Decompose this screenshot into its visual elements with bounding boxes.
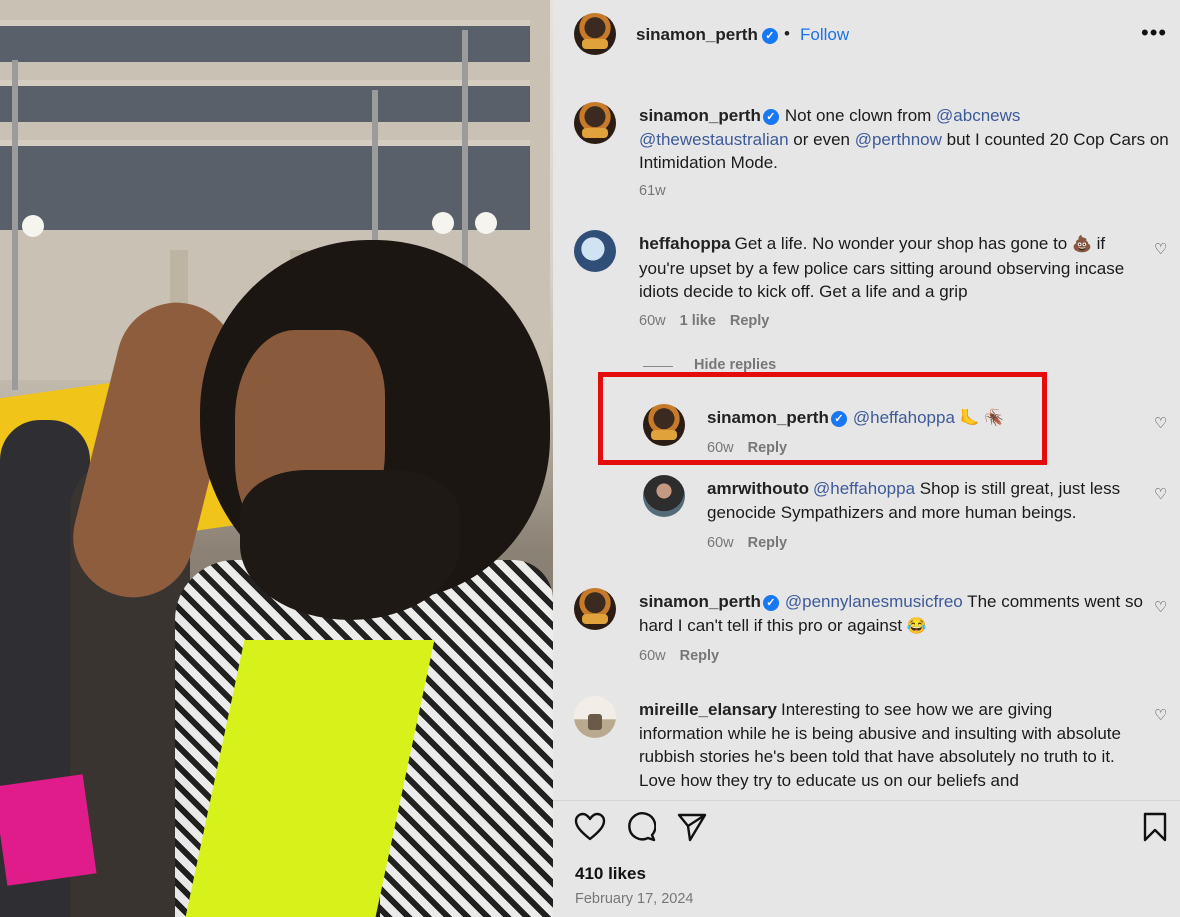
pink-folder <box>0 774 97 886</box>
comment-text: sinamon_perth ✓ @pennylanesmusicfreo The c… <box>639 590 1149 638</box>
mention-link[interactable]: @perthnow <box>855 130 942 149</box>
hide-replies-line <box>643 366 673 367</box>
verified-badge-icon: ✓ <box>762 108 779 125</box>
light-pole <box>462 30 468 270</box>
light-pole <box>12 60 18 390</box>
mention-link[interactable]: @pennylanesmusicfreo <box>785 592 963 611</box>
light-pole <box>372 90 378 260</box>
author-username-text[interactable]: sinamon_perth <box>636 25 758 44</box>
comment-text: heffahoppa Get a life. No wonder your sho… <box>639 232 1144 304</box>
actions-divider <box>553 800 1180 801</box>
verified-badge-icon: ✓ <box>762 594 779 611</box>
comment-time[interactable]: 60w <box>639 313 666 329</box>
reply-avatar[interactable] <box>643 475 685 517</box>
caption-username[interactable]: sinamon_perth <box>639 106 761 125</box>
like-heart-icon[interactable]: ♡ <box>1154 485 1167 503</box>
mention-link[interactable]: @thewestaustralian <box>639 130 789 149</box>
reply-time[interactable]: 60w <box>707 440 734 456</box>
caption-text-part: or even <box>788 129 855 149</box>
like-heart-icon[interactable]: ♡ <box>1154 706 1167 724</box>
reply-meta: 60w Reply <box>707 440 801 456</box>
like-heart-icon[interactable]: ♡ <box>1154 414 1167 432</box>
caption-text: sinamon_perth ✓ Not one clown from @abcnew… <box>639 104 1169 175</box>
laughing-emoji-icon: 😂 <box>906 617 927 635</box>
building-window-row <box>0 20 530 62</box>
mention-link[interactable]: @abcnews <box>936 106 1020 125</box>
author-avatar[interactable] <box>574 13 616 55</box>
more-options-icon[interactable]: ••• <box>1141 20 1167 46</box>
comment-time[interactable]: 60w <box>639 648 666 664</box>
follow-button[interactable]: Follow <box>800 25 849 45</box>
reply-username[interactable]: amrwithouto <box>707 479 809 498</box>
comment-username[interactable]: sinamon_perth <box>639 592 761 611</box>
like-heart-icon[interactable]: ♡ <box>1154 240 1167 258</box>
comment-bubble-icon[interactable] <box>626 812 657 847</box>
reply-text: amrwithouto @heffahoppa Shop is still gre… <box>707 477 1147 524</box>
comment-body: Get a life. No wonder your shop has gone… <box>734 234 1072 253</box>
comment-meta: 60w Reply <box>639 648 733 664</box>
comment-likes[interactable]: 1 like <box>680 313 716 329</box>
reply-time[interactable]: 60w <box>707 535 734 551</box>
building-window-row <box>0 80 530 122</box>
comment-avatar[interactable] <box>574 230 616 272</box>
post-photo[interactable] <box>0 0 553 917</box>
beard <box>240 470 460 620</box>
hide-replies-button[interactable]: Hide replies <box>694 357 776 373</box>
caption-text-part: Not one clown from <box>784 106 937 125</box>
comment-meta: 60w 1 like Reply <box>639 313 783 329</box>
foot-cockroach-emoji-icon: 🦶 🪳 <box>959 410 1004 427</box>
verified-badge-icon: ✓ <box>830 410 847 427</box>
comment-avatar[interactable] <box>574 696 616 738</box>
author-username[interactable]: sinamon_perth ✓ <box>636 25 778 45</box>
reply-button[interactable]: Reply <box>748 440 788 456</box>
reply-button[interactable]: Reply <box>730 313 770 329</box>
reply-avatar[interactable] <box>643 404 685 446</box>
like-heart-icon[interactable] <box>574 812 606 847</box>
share-send-icon[interactable] <box>677 812 707 847</box>
caption-author-avatar[interactable] <box>574 102 616 144</box>
comment-username[interactable]: heffahoppa <box>639 234 731 253</box>
reply-meta: 60w Reply <box>707 535 801 551</box>
likes-count[interactable]: 410 likes <box>575 864 646 884</box>
mention-link[interactable]: @heffahoppa <box>813 479 915 498</box>
poop-emoji-icon: 💩 <box>1071 236 1092 253</box>
comment-username[interactable]: mireille_elansary <box>639 700 777 719</box>
reply-text: sinamon_perth ✓ @heffahoppa 🦶 🪳 <box>707 406 1137 431</box>
street-lamp <box>22 215 44 237</box>
separator-dot: • <box>784 24 790 43</box>
caption-meta: 61w <box>639 183 680 199</box>
comment-text: mireille_elansary Interesting to see how … <box>639 698 1139 792</box>
post-date: February 17, 2024 <box>575 891 694 907</box>
save-bookmark-icon[interactable] <box>1142 812 1168 847</box>
verified-badge-icon: ✓ <box>761 27 778 44</box>
reply-button[interactable]: Reply <box>680 648 720 664</box>
caption-time[interactable]: 61w <box>639 183 666 199</box>
post-side-panel: sinamon_perth ✓ • Follow ••• sinamon_pert… <box>553 0 1180 917</box>
reply-button[interactable]: Reply <box>748 535 788 551</box>
reply-username[interactable]: sinamon_perth <box>707 408 829 427</box>
mention-link[interactable]: @heffahoppa <box>853 408 955 427</box>
like-heart-icon[interactable]: ♡ <box>1154 598 1167 616</box>
comment-avatar[interactable] <box>574 588 616 630</box>
street-lamp <box>432 212 454 234</box>
street-lamp <box>475 212 497 234</box>
